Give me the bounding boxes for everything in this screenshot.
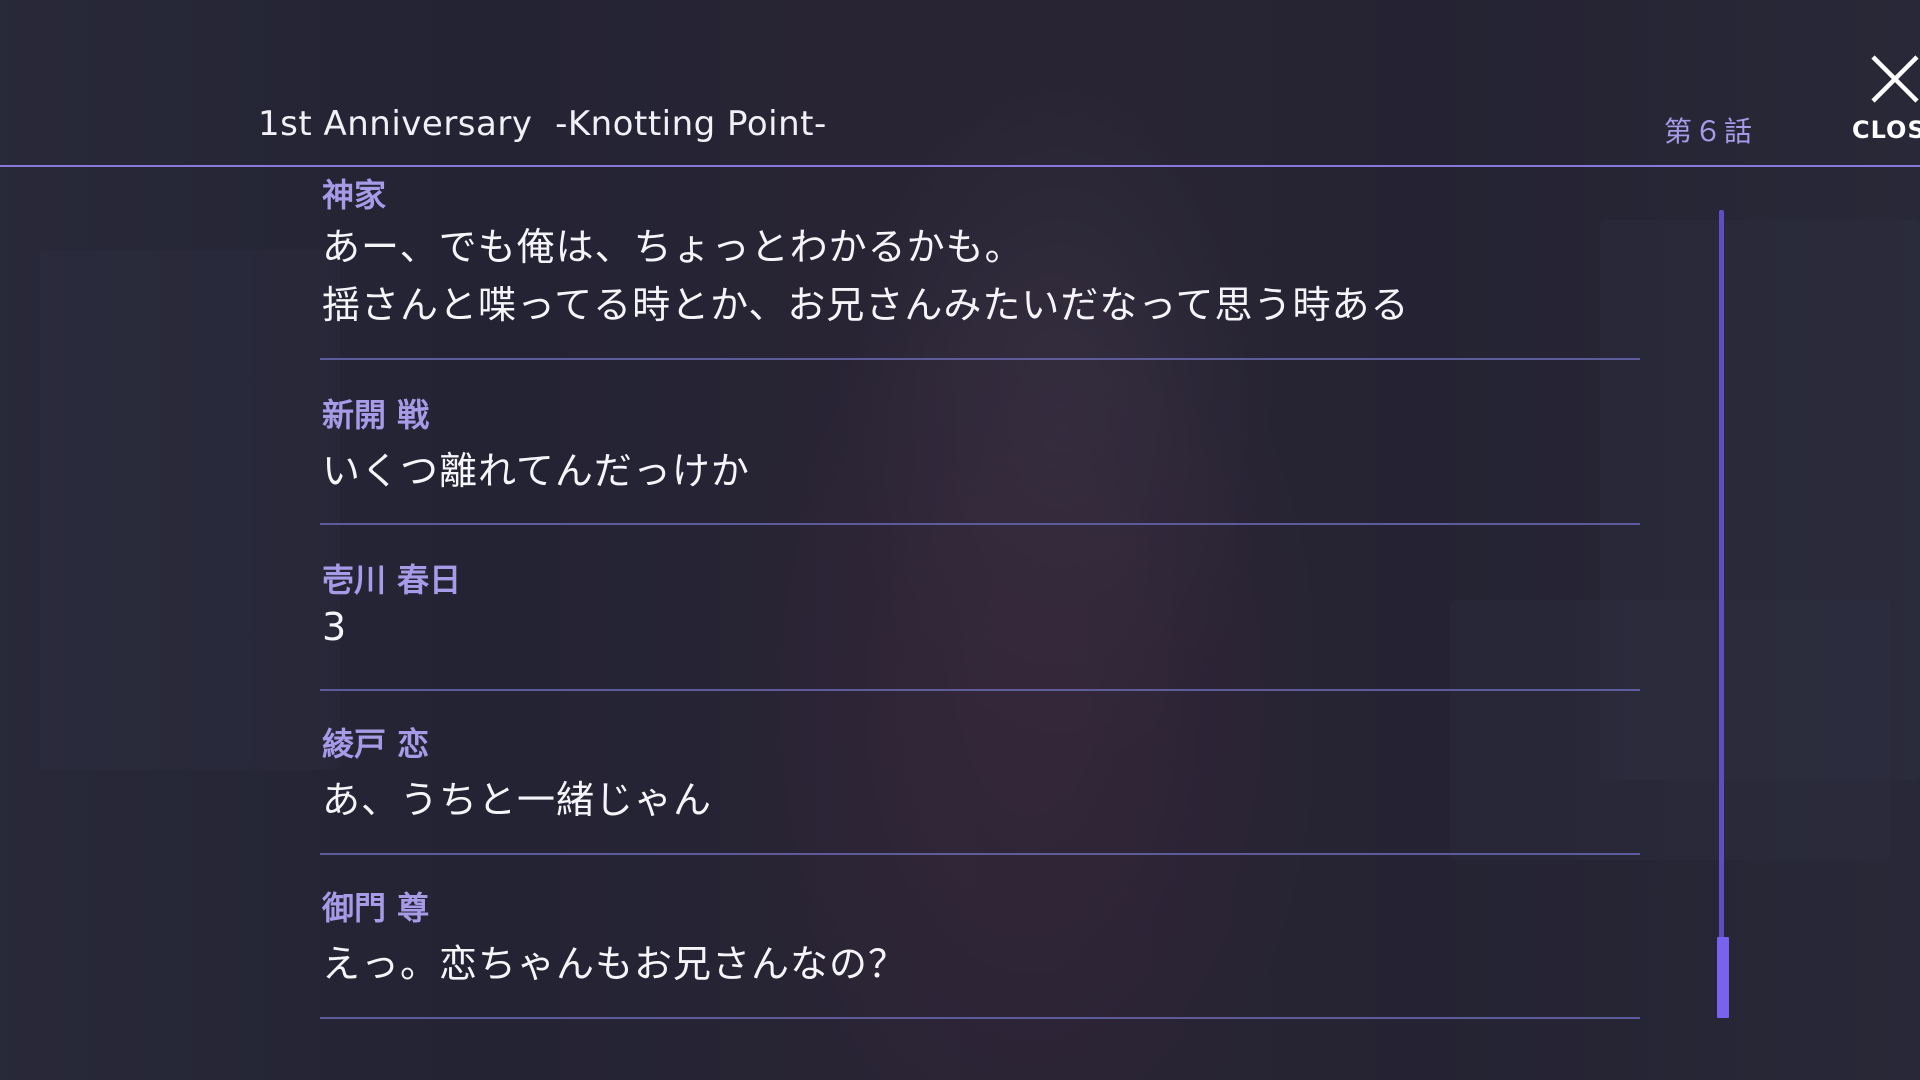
dialogue-line: あー、でも俺は、ちょっとわかるかも。 [322,225,1024,269]
close-label: CLOSE [1852,116,1920,144]
episode-label: 第６話 [1663,115,1754,148]
dialogue-line: いくつ離れてんだっけか [322,449,750,493]
speaker-name: 新開 戦 [322,396,430,434]
speaker-name: 神家 [322,176,387,214]
header-divider [0,165,1920,167]
dialogue-line: あ、うちと一緒じゃん [322,778,713,822]
speaker-name: 綾戸 恋 [322,725,430,763]
speaker-name: 御門 尊 [322,889,430,927]
story-title: 1st Anniversary -Knotting Point- [258,104,827,144]
dialogue-line: えっ。恋ちゃんもお兄さんなの？ [322,942,908,986]
scrollbar-track[interactable] [1719,210,1724,1018]
dialogue-line: 揺さんと喋ってる時とか、お兄さんみたいだなって思う時ある [322,283,1410,327]
close-button[interactable]: CLOSE [1850,48,1920,148]
entry-divider [320,853,1640,855]
dialogue-line: 3 [322,605,348,649]
log-overlay [0,0,1920,1080]
scrollbar-thumb[interactable] [1717,937,1729,1018]
entry-divider [320,523,1640,525]
entry-divider [320,1017,1640,1019]
entry-divider [320,358,1640,360]
close-icon [1871,55,1919,103]
speaker-name: 壱川 春日 [322,561,462,599]
entry-divider [320,689,1640,691]
